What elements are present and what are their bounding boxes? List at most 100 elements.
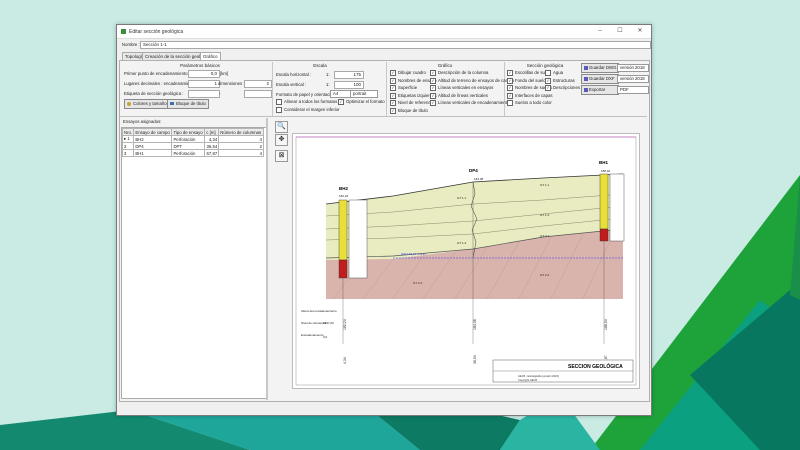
- save-dxf-button[interactable]: Guardar DXF: [581, 74, 619, 84]
- maximize-button[interactable]: ☐: [613, 25, 627, 38]
- table-cell: 4: [218, 149, 264, 157]
- divider: [504, 62, 505, 116]
- h-scale-label: Escala horizontal :: [276, 72, 312, 77]
- graphics-option-checkbox[interactable]: ✓: [390, 100, 396, 107]
- export-icon: [584, 87, 588, 92]
- bottom-margin-checkbox[interactable]: [276, 107, 282, 113]
- first-point-input[interactable]: 0,0: [188, 70, 220, 78]
- graphics-option-checkbox[interactable]: ✓: [430, 92, 436, 99]
- title-block-small: GEO5 - Estratigrafía (versión 2023): [518, 374, 559, 378]
- geo-option-checkbox[interactable]: ✓: [545, 77, 551, 84]
- table-cell: 2: [121, 142, 135, 150]
- drawing-canvas[interactable]: BH2 DP4 BH1 182,24 184,38 188,04 GT 1.1 …: [292, 133, 640, 389]
- borehole-label: DP4: [469, 168, 478, 173]
- geo-option-label: Estructuras: [553, 77, 575, 83]
- move-icon[interactable]: ✥: [275, 134, 288, 146]
- layer-label: GT 2.2: [540, 273, 549, 277]
- v-scale-label: Escala vertical :: [276, 82, 307, 87]
- app-icon: [121, 29, 126, 34]
- export-format-select[interactable]: PDF: [617, 86, 649, 94]
- graphics-option-checkbox[interactable]: ✓: [430, 100, 436, 107]
- decimals-input[interactable]: 1: [188, 80, 220, 88]
- save-dwg-button[interactable]: Guardar DWG: [581, 63, 619, 73]
- borehole-label: BH2: [339, 186, 348, 191]
- section-drawing: BH2 DP4 BH1 182,24 184,38 188,04 GT 1.1 …: [293, 134, 639, 388]
- geo-option-checkbox[interactable]: [545, 70, 551, 76]
- geo-option-checkbox[interactable]: ✓: [507, 85, 513, 92]
- geo-option-label: Suelos a todo color: [515, 100, 552, 106]
- table-row[interactable]: 2 DP4 DPT 36,54 2: [121, 142, 264, 150]
- borehole-label: BH1: [599, 160, 608, 165]
- table-header: Nro. Ensayo de campo Tipo de ensayo c [m] Nú…: [121, 128, 264, 136]
- graphics-option-checkbox[interactable]: ✓: [390, 85, 396, 92]
- geo-option-checkbox[interactable]: ✓: [507, 70, 513, 76]
- graphics-option-label: Dibujar cuadro: [398, 70, 426, 75]
- legend-small: Encadenamiento: [301, 333, 324, 337]
- graphics-option-checkbox[interactable]: ✓: [430, 70, 436, 76]
- paper-label: Formato de papel y orientación :: [276, 92, 338, 97]
- elevation-label: 182,24: [339, 194, 349, 198]
- graphics-option-checkbox[interactable]: ✓: [390, 70, 396, 76]
- geo-option-checkbox[interactable]: ✓: [545, 85, 551, 92]
- section-tag-sep: -: [219, 91, 221, 96]
- graphics-option-checkbox[interactable]: ✓: [390, 92, 396, 99]
- geo-option-checkbox[interactable]: ✓: [507, 92, 513, 99]
- export-button[interactable]: Exportar: [581, 85, 619, 95]
- geo-option-checkbox[interactable]: ✓: [507, 77, 513, 84]
- column-header[interactable]: Ensayo de campo: [133, 128, 173, 136]
- geo-option-checkbox[interactable]: [507, 100, 513, 107]
- close-button[interactable]: ✕: [633, 25, 647, 38]
- assays-table: Nro. Ensayo de campo Tipo de ensayo c [m] Nú…: [121, 128, 264, 157]
- dxf-version-select[interactable]: versión 2018: [617, 75, 649, 83]
- title-block-button[interactable]: Bloque de título: [167, 99, 209, 109]
- legend-small: Altura del encadenamiento: [301, 309, 337, 313]
- dwg-version-select[interactable]: versión 2018: [617, 64, 649, 72]
- optimize-format-checkbox[interactable]: ✓: [338, 99, 344, 105]
- table-row[interactable]: ▸ 1 BH2 Perforación 4,34 4: [121, 135, 264, 143]
- graphics-option-checkbox[interactable]: ✓: [430, 85, 436, 92]
- dxf-icon: [584, 76, 588, 81]
- graphics-option-label: Líneas verticales de encadenamiento: [438, 100, 510, 106]
- section-divider: [120, 116, 647, 117]
- layer-label: GT 1.2: [540, 213, 549, 217]
- paper-select[interactable]: A4: [330, 90, 352, 98]
- basic-params-title: Parámetros básicos: [180, 63, 220, 68]
- align-formats-checkbox[interactable]: [276, 99, 282, 105]
- panel-splitter[interactable]: [266, 118, 268, 400]
- layer-label: GT 1.2: [457, 241, 466, 245]
- column-header[interactable]: c [m]: [204, 128, 220, 136]
- layer-label: GT 2.2: [413, 281, 422, 285]
- table-cell: DP4: [133, 142, 173, 150]
- h-scale-input[interactable]: 175: [334, 71, 364, 79]
- colors-sizes-button[interactable]: Colores y tamaños: [124, 99, 172, 109]
- graphics-option-label: Bloque de título: [398, 108, 428, 113]
- assays-panel: [121, 127, 268, 399]
- graphics-option-checkbox[interactable]: ✓: [430, 77, 436, 84]
- table-row[interactable]: 3 BH1 Perforación 67,87 4: [121, 149, 264, 157]
- v-scale-input[interactable]: 100: [334, 81, 364, 89]
- bottom-margin-label: Considerar el margen inferior: [284, 107, 340, 112]
- geo-option-label: Fondo del suelo: [515, 77, 546, 83]
- groundwater-label: GW 179,74 m a.s.l.: [401, 252, 427, 256]
- dimensions-input[interactable]: 2: [244, 80, 272, 88]
- altitude-label: 188,04: [604, 319, 608, 330]
- graphics-option-checkbox[interactable]: ✓: [390, 77, 396, 84]
- name-input[interactable]: Sección 1-1: [140, 41, 651, 49]
- graphics-option-checkbox[interactable]: ✓: [390, 108, 396, 114]
- altitude-label: 184,38: [473, 319, 477, 330]
- title-block-small: Copyright GEO5: [518, 378, 538, 382]
- table-cell: DPT: [171, 142, 206, 150]
- elevation-label: 188,04: [601, 169, 611, 173]
- minimize-button[interactable]: –: [593, 25, 607, 38]
- column-header[interactable]: Número de columnas: [218, 128, 264, 136]
- chainage-label: 36,54: [473, 355, 477, 364]
- section-tag-input-1[interactable]: [188, 90, 220, 98]
- fit-view-icon[interactable]: ⊠: [275, 150, 288, 162]
- column-header[interactable]: Tipo de ensayo: [171, 128, 206, 136]
- divider: [272, 62, 273, 116]
- name-label: Nombre :: [122, 42, 140, 47]
- section-tag-input-2[interactable]: [244, 90, 272, 98]
- orientation-select[interactable]: portrait: [350, 90, 378, 98]
- column-header[interactable]: Nro.: [121, 128, 135, 136]
- zoom-icon[interactable]: 🔍: [275, 121, 288, 133]
